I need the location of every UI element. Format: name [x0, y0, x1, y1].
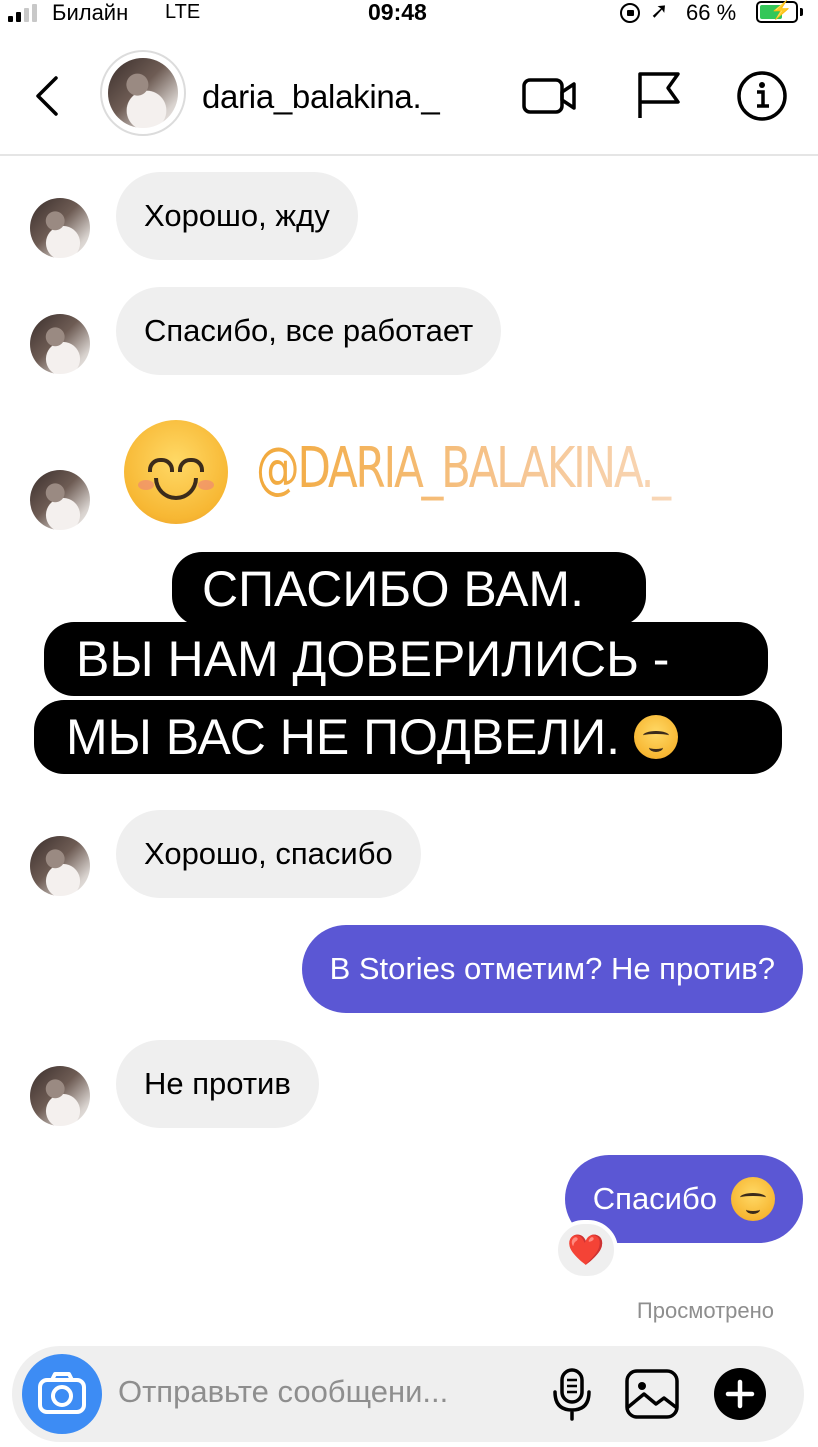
- gallery-icon[interactable]: [624, 1366, 680, 1422]
- heart-reaction-icon[interactable]: ❤️: [554, 1220, 618, 1280]
- incoming-message: Спасибо, все работает: [116, 287, 502, 375]
- incoming-message: Хорошо, жду: [116, 172, 358, 260]
- avatar[interactable]: [30, 1066, 90, 1126]
- incoming-message: Не против: [116, 1040, 319, 1128]
- microphone-icon[interactable]: [544, 1366, 600, 1422]
- smiling-face-icon: [731, 1177, 775, 1221]
- story-mention-tag[interactable]: @DARIA_BALAKINA._: [256, 436, 674, 501]
- battery-percent: 66 %: [686, 0, 737, 25]
- location-arrow-icon: ➚: [650, 0, 669, 23]
- avatar[interactable]: [100, 50, 186, 136]
- battery-tip: [800, 8, 803, 16]
- avatar[interactable]: [30, 198, 90, 258]
- video-call-icon[interactable]: [520, 68, 580, 124]
- chat-header: daria_balakina._: [0, 40, 818, 156]
- flag-icon[interactable]: [630, 68, 690, 124]
- relieved-face-icon: [634, 715, 679, 759]
- signal-strength-icon: [8, 2, 37, 22]
- seen-status: Просмотрено: [636, 1298, 774, 1323]
- rotation-lock-icon: [620, 3, 640, 23]
- back-chevron-icon[interactable]: [28, 72, 68, 120]
- status-time: 09:48: [368, 0, 427, 25]
- story-text-line: СПАСИБО ВАМ.: [172, 552, 646, 626]
- avatar[interactable]: [30, 470, 90, 530]
- outgoing-message: В Stories отметим? Не против?: [301, 925, 803, 1013]
- chat-username[interactable]: daria_balakina._: [202, 78, 440, 116]
- smiling-face-icon: [124, 420, 228, 524]
- incoming-message: Хорошо, спасибо: [116, 810, 421, 898]
- info-icon[interactable]: [732, 68, 792, 124]
- message-input[interactable]: Отправьте сообщени...: [118, 1374, 448, 1410]
- story-text-line: МЫ ВАС НЕ ПОДВЕЛИ.: [34, 700, 782, 774]
- network-type: LTE: [165, 1, 201, 23]
- plus-icon[interactable]: [712, 1366, 768, 1422]
- message-composer: Отправьте сообщени...: [12, 1346, 804, 1442]
- status-bar: Билайн LTE 09:48 ➚ 66 % ⚡: [0, 0, 818, 30]
- camera-icon[interactable]: [22, 1354, 102, 1434]
- story-text-line: ВЫ НАМ ДОВЕРИЛИСЬ -: [44, 622, 768, 696]
- carrier-name: Билайн: [52, 0, 129, 25]
- avatar[interactable]: [30, 836, 90, 896]
- avatar[interactable]: [30, 314, 90, 374]
- battery-charging-icon: ⚡: [756, 0, 798, 23]
